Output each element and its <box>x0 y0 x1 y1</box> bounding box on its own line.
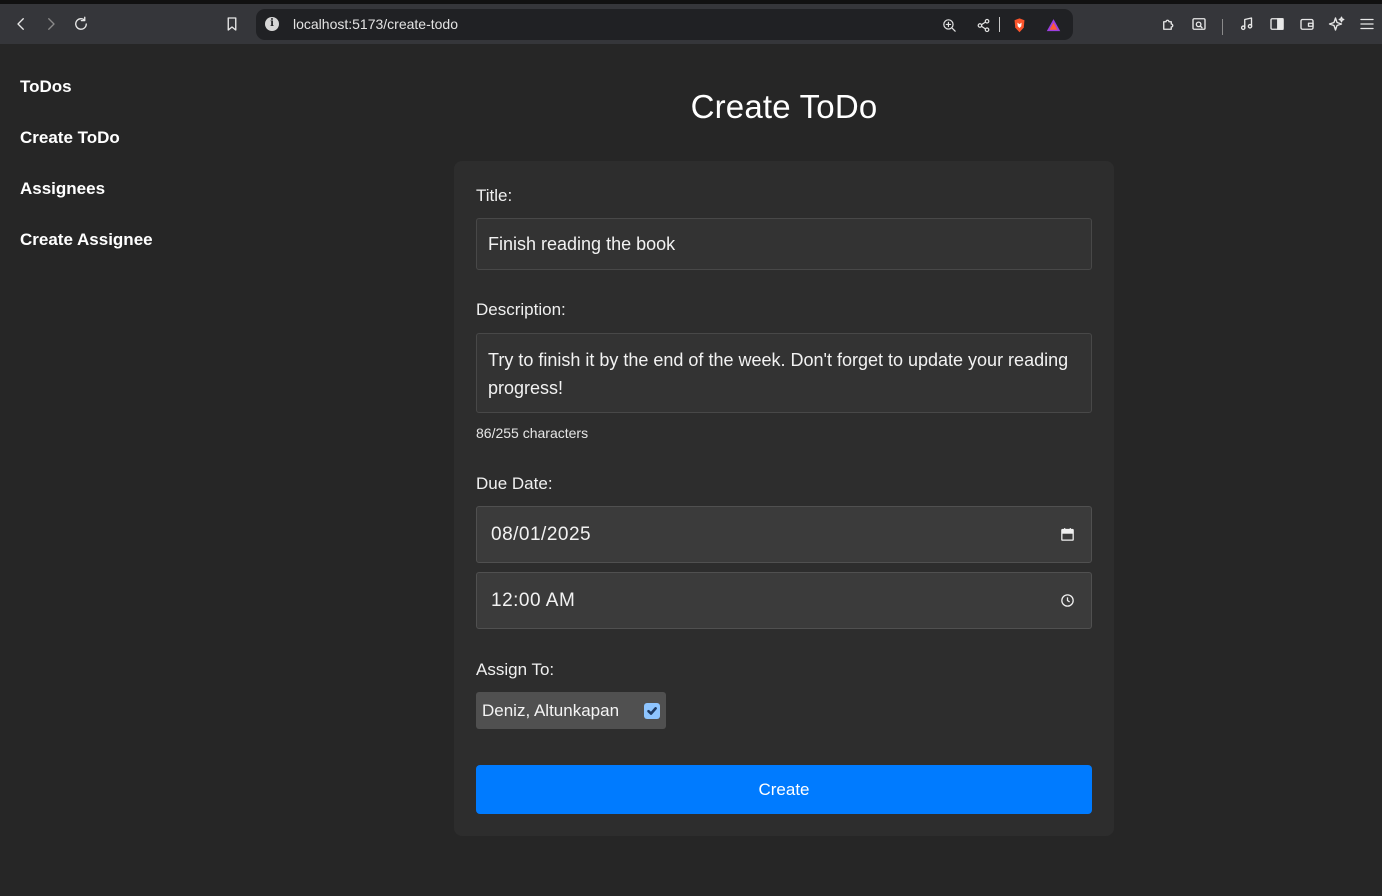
sidebar-item-create-assignee[interactable]: Create Assignee <box>20 229 153 280</box>
due-date-input[interactable]: 08/01/2025 <box>476 506 1092 563</box>
due-date-value: 08/01/2025 <box>491 523 592 545</box>
brave-shields-icon[interactable] <box>1009 15 1029 35</box>
clock-icon[interactable] <box>1057 591 1077 611</box>
extensions-icon[interactable] <box>1157 12 1181 36</box>
assignee-name: Deniz, Altunkapan <box>482 700 620 720</box>
description-label: Description: <box>476 300 566 319</box>
character-counter: 86/255 characters <box>476 425 589 441</box>
back-icon[interactable] <box>9 12 33 36</box>
site-info-icon[interactable]: i <box>265 17 279 31</box>
create-button[interactable]: Create <box>476 765 1092 814</box>
assignee-checkbox[interactable] <box>644 702 660 719</box>
wallet-icon[interactable] <box>1295 12 1319 36</box>
sidebar-item-create-todo[interactable]: Create ToDo <box>20 127 153 178</box>
sidebar-toggle-icon[interactable] <box>1265 12 1289 36</box>
checkmark-icon <box>647 706 657 715</box>
sidebar-item-assignees[interactable]: Assignees <box>20 178 153 229</box>
address-bar-divider <box>999 17 1000 32</box>
media-icon[interactable] <box>1235 12 1259 36</box>
leo-search-icon[interactable] <box>1187 12 1211 36</box>
bookmark-icon[interactable] <box>220 12 244 36</box>
menu-icon[interactable] <box>1355 12 1379 36</box>
sidebar-item-todos[interactable]: ToDos <box>20 76 153 127</box>
due-date-label: Due Date: <box>476 474 553 493</box>
address-bar[interactable]: i localhost:5173/create-todo <box>256 9 1073 40</box>
create-todo-form: Title: Description: Try to finish it by … <box>454 161 1114 836</box>
assignee-option[interactable]: Deniz, Altunkapan <box>476 692 666 729</box>
due-time-value: 12:00 AM <box>491 589 576 611</box>
forward-icon[interactable] <box>39 12 63 36</box>
sidebar-nav: ToDos Create ToDo Assignees Create Assig… <box>20 76 153 280</box>
share-icon[interactable] <box>973 15 993 35</box>
description-textarea[interactable]: Try to finish it by the end of the week.… <box>476 333 1092 413</box>
browser-toolbar: i localhost:5173/create-todo <box>0 4 1382 44</box>
url-text[interactable]: localhost:5173/create-todo <box>293 16 458 32</box>
brave-rewards-icon[interactable] <box>1043 15 1063 35</box>
zoom-icon[interactable] <box>939 15 959 35</box>
due-time-input[interactable]: 12:00 AM <box>476 572 1092 629</box>
leo-ai-icon[interactable] <box>1325 12 1349 36</box>
title-label: Title: <box>476 186 513 205</box>
calendar-icon[interactable] <box>1057 525 1077 545</box>
assign-to-label: Assign To: <box>476 660 555 679</box>
reload-icon[interactable] <box>69 12 93 36</box>
title-input[interactable] <box>476 218 1092 270</box>
toolbar-divider <box>1222 19 1223 35</box>
page-title: Create ToDo <box>690 88 878 125</box>
